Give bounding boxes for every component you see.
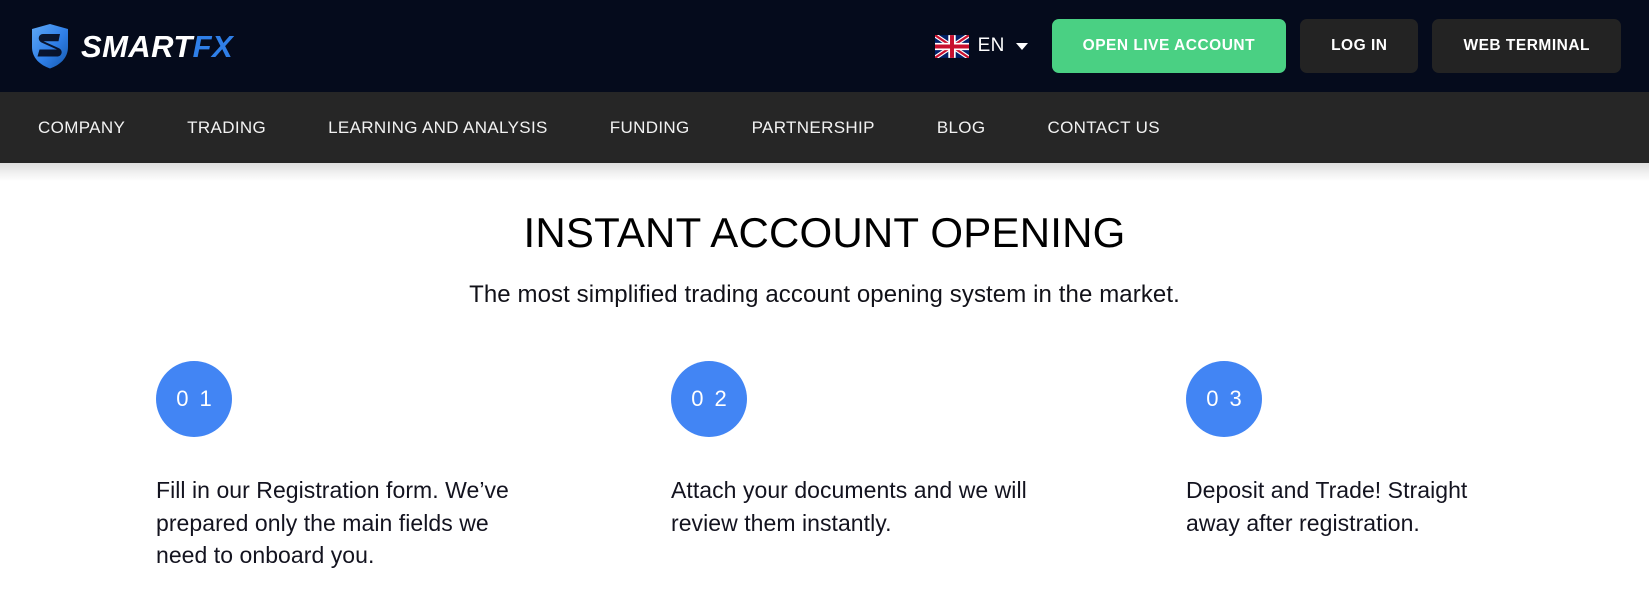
nav-item-company[interactable]: COMPANY (38, 118, 125, 138)
nav-item-funding[interactable]: FUNDING (610, 118, 690, 138)
page-root: SMARTFX EN OPEN LIVE ACCOUNT LOG IN WEB … (0, 0, 1649, 597)
header-actions: EN OPEN LIVE ACCOUNT LOG IN WEB TERMINAL (934, 19, 1621, 73)
uk-flag-icon (934, 34, 969, 58)
page-title: INSTANT ACCOUNT OPENING (523, 209, 1126, 256)
step-description: Deposit and Trade! Straight away after r… (1186, 477, 1468, 536)
shield-logo-icon (32, 24, 68, 69)
chevron-down-icon (1015, 42, 1028, 50)
brand-name-smart: SMART (81, 28, 193, 64)
step-description: Fill in our Registration form. We’ve pre… (156, 477, 509, 569)
language-code: EN (977, 35, 1005, 56)
main-content: INSTANT ACCOUNT OPENING The most simplif… (0, 163, 1649, 572)
web-terminal-button[interactable]: WEB TERMINAL (1432, 19, 1621, 73)
steps-list: 0 1 Fill in our Registration form. We’ve… (0, 361, 1649, 571)
nav-item-trading[interactable]: TRADING (187, 118, 266, 138)
step-item: 0 3 Deposit and Trade! Straight away aft… (1186, 361, 1516, 571)
main-navigation: COMPANY TRADING LEARNING AND ANALYSIS FU… (0, 92, 1649, 163)
top-header-bar: SMARTFX EN OPEN LIVE ACCOUNT LOG IN WEB … (0, 0, 1649, 92)
nav-item-blog[interactable]: BLOG (937, 118, 986, 138)
nav-item-contact-us[interactable]: CONTACT US (1047, 118, 1159, 138)
brand-name-fx: FX (192, 28, 234, 64)
page-subtitle: The most simplified trading account open… (469, 281, 1180, 309)
step-item: 0 1 Fill in our Registration form. We’ve… (156, 361, 516, 571)
step-item: 0 2 Attach your documents and we will re… (671, 361, 1031, 571)
step-number-badge: 0 3 (1186, 361, 1262, 438)
language-selector[interactable]: EN (934, 34, 1028, 58)
step-number-badge: 0 2 (671, 361, 747, 438)
brand-wordmark: SMARTFX (81, 31, 233, 62)
brand-logo[interactable]: SMARTFX (30, 23, 233, 69)
log-in-button[interactable]: LOG IN (1300, 19, 1419, 73)
step-number-badge: 0 1 (156, 361, 232, 438)
step-description: Attach your documents and we will review… (671, 477, 1027, 536)
open-live-account-button[interactable]: OPEN LIVE ACCOUNT (1051, 19, 1287, 73)
nav-item-learning-and-analysis[interactable]: LEARNING AND ANALYSIS (328, 118, 548, 138)
nav-item-partnership[interactable]: PARTNERSHIP (752, 118, 875, 138)
